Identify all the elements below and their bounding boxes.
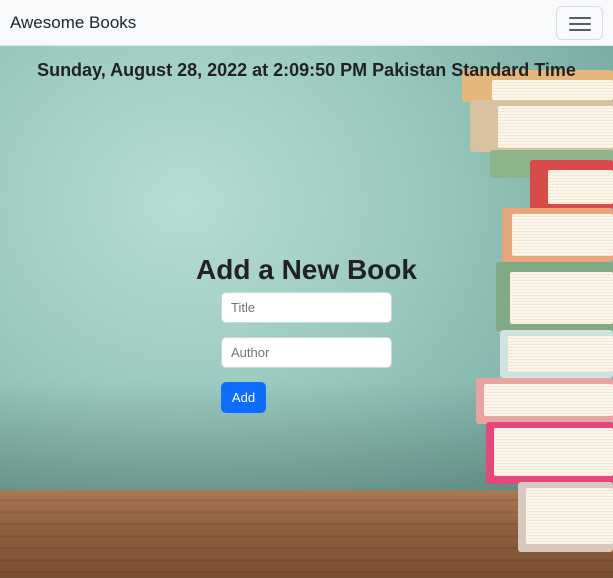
current-datetime: Sunday, August 28, 2022 at 2:09:50 PM Pa… <box>37 60 576 80</box>
book-pages <box>498 106 613 148</box>
book-pages <box>508 336 613 372</box>
brand-link[interactable]: Awesome Books <box>10 13 136 33</box>
book-pages <box>492 80 613 100</box>
title-input[interactable] <box>221 292 392 323</box>
book-pages <box>494 428 613 476</box>
book-pages <box>512 214 613 256</box>
author-input[interactable] <box>221 337 392 368</box>
form-title: Add a New Book <box>196 254 417 285</box>
navbar: Awesome Books <box>0 0 613 46</box>
book-pages <box>548 170 613 204</box>
add-button[interactable]: Add <box>221 382 266 413</box>
menu-toggle-button[interactable] <box>556 6 603 40</box>
book-pages <box>526 488 613 544</box>
background-image <box>0 0 613 578</box>
book-pages <box>484 384 613 416</box>
